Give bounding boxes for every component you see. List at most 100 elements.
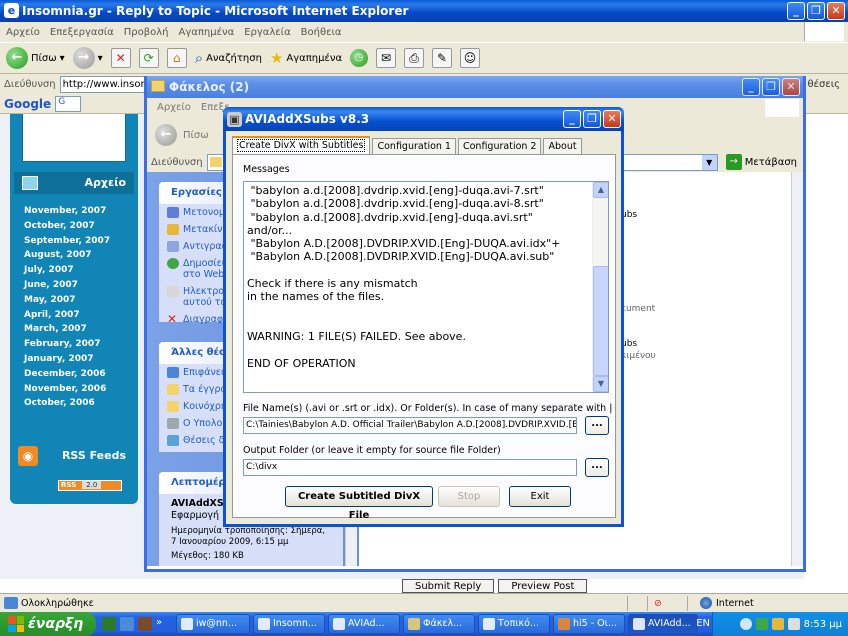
address-input[interactable]: http://www.insomn [59, 75, 157, 93]
taskbar-item-aviaddxsubs-1[interactable]: AVIAd... [328, 614, 400, 634]
ie-title-bar[interactable]: e Insomnia.gr - Reply to Topic - Microso… [0, 0, 848, 22]
quick-launch-icon[interactable] [138, 617, 152, 631]
start-button[interactable]: έναρξη [0, 612, 96, 636]
folder-scrollbar[interactable] [791, 172, 803, 566]
archive-link[interactable]: September, 2007 [24, 236, 110, 251]
file-name-input[interactable]: C:\Tainies\Babylon A.D. Official Trailer… [243, 417, 577, 434]
tray-icon[interactable] [787, 618, 800, 630]
archive-link[interactable]: November, 2006 [24, 384, 110, 399]
dialog-title-bar[interactable]: ▣ AVIAddXSubs v8.3 _ ❐ ✕ [223, 107, 624, 131]
folder-close-button[interactable]: ✕ [782, 78, 800, 96]
more-icon[interactable]: » [156, 617, 170, 631]
messenger-icon[interactable]: ☺ [460, 48, 481, 68]
browse-file-button[interactable]: ... [585, 416, 609, 435]
tab-about[interactable]: About [543, 138, 582, 154]
dialog-minimize-button[interactable]: _ [563, 110, 581, 128]
tray-icon[interactable] [755, 618, 768, 630]
folder-maximize-button[interactable]: ❐ [762, 78, 780, 96]
popup-blocked-icon[interactable]: ⊘ [648, 598, 668, 609]
history-icon[interactable]: ◷ [350, 49, 369, 67]
tray-icon[interactable] [771, 618, 784, 630]
ie-quick-icon[interactable] [120, 617, 134, 631]
home-icon[interactable]: ⌂ [166, 48, 187, 68]
folder-menu-file[interactable]: Αρχείο [157, 98, 191, 118]
archive-link[interactable]: June, 2007 [24, 280, 110, 295]
chevron-down-icon[interactable]: ▼ [701, 154, 717, 170]
close-button[interactable]: ✕ [827, 2, 845, 20]
dialog-close-button[interactable]: ✕ [603, 110, 621, 128]
message-line: in the names of the files. [247, 290, 385, 304]
menu-view[interactable]: Προβολή [124, 27, 169, 38]
taskbar-item-insomnia[interactable]: Insomn... [253, 614, 325, 634]
folder-title-bar[interactable]: Φάκελος (2) _ ❐ ✕ [147, 76, 803, 98]
folder-minimize-button[interactable]: _ [742, 78, 760, 96]
taskbar-item-messenger[interactable]: iw@nn... [176, 614, 250, 634]
archive-link[interactable]: March, 2007 [24, 324, 110, 339]
archive-link[interactable]: October, 2007 [24, 221, 110, 236]
back-button[interactable]: ← Πίσω ▾ [6, 47, 65, 69]
language-indicator[interactable]: EN [696, 618, 710, 629]
exit-button[interactable]: Exit [509, 486, 571, 507]
taskbar-item-label: hi5 - Οι... [573, 618, 617, 629]
clock[interactable]: 8:53 μμ [804, 619, 842, 630]
messages-box[interactable]: "babylon a.d.[2008].dvdrip.xvid.[eng]-du… [243, 181, 609, 393]
menu-edit[interactable]: Επεξεργασία [50, 27, 114, 38]
archive-link[interactable]: October, 2006 [24, 398, 110, 413]
refresh-icon[interactable]: ⟳ [138, 48, 159, 68]
archive-link[interactable]: December, 2006 [24, 369, 110, 384]
maximize-button[interactable]: ❐ [807, 2, 825, 20]
go-label: Μετάβαση [744, 156, 797, 168]
tab-configuration-1[interactable]: Configuration 1 [372, 138, 456, 154]
taskbar-item-label: Φάκελ... [423, 618, 463, 629]
preview-post-button[interactable]: Preview Post [498, 579, 588, 593]
stop-icon[interactable]: ✕ [110, 48, 131, 68]
windows-flag-icon [8, 616, 24, 632]
output-folder-input[interactable]: C:\divx [243, 459, 577, 476]
dialog-maximize-button[interactable]: ❐ [583, 110, 601, 128]
menu-tools[interactable]: Εργαλεία [244, 27, 290, 38]
forward-arrow-icon: → [72, 47, 95, 69]
archive-link[interactable]: August, 2007 [24, 250, 110, 265]
tab-create-divx[interactable]: Create DivX with Subtitles [232, 136, 371, 155]
search-button[interactable]: ⌕ Αναζήτηση [195, 49, 262, 67]
archive-link[interactable]: February, 2007 [24, 339, 110, 354]
page-right-edge [804, 114, 848, 579]
task-label: Μετονομ [183, 207, 226, 218]
stop-button[interactable]: Stop [438, 486, 500, 507]
rss-badge[interactable]: RSS 2.0 [58, 480, 122, 491]
taskbar-item-hi5[interactable]: hi5 - Οι... [553, 614, 625, 634]
search-label: Αναζήτηση [206, 52, 262, 64]
forward-button[interactable]: → ▾ [72, 47, 103, 69]
taskbar-item-local[interactable]: Τοπικό... [478, 614, 550, 634]
menu-file[interactable]: Αρχείο [6, 27, 40, 38]
scroll-up-icon[interactable]: ▲ [593, 182, 608, 198]
go-button[interactable]: → Μετάβαση [725, 154, 803, 170]
globe-icon [700, 597, 712, 609]
tray-icon[interactable] [739, 618, 752, 630]
scroll-down-icon[interactable]: ▼ [593, 376, 608, 392]
google-search-box[interactable]: G [55, 95, 82, 112]
archive-link[interactable]: July, 2007 [24, 265, 110, 280]
minimize-button[interactable]: _ [787, 2, 805, 20]
quick-launch-icon[interactable] [102, 617, 116, 631]
folder-back-icon[interactable]: ← [155, 124, 177, 146]
tab-configuration-2[interactable]: Configuration 2 [457, 138, 542, 154]
archive-link[interactable]: April, 2007 [24, 310, 110, 325]
edit-icon[interactable]: ✎ [432, 48, 453, 68]
archive-link[interactable]: November, 2007 [24, 206, 110, 221]
archive-link[interactable]: January, 2007 [24, 354, 110, 369]
browse-output-button[interactable]: ... [585, 458, 609, 477]
scroll-thumb[interactable] [593, 266, 608, 376]
folder-icon [408, 618, 420, 630]
messages-scrollbar[interactable]: ▲ ▼ [592, 182, 608, 392]
menu-favorites[interactable]: Αγαπημένα [179, 27, 235, 38]
menu-help[interactable]: Βοήθεια [301, 27, 342, 38]
taskbar-item-folder[interactable]: Φάκελ... [403, 614, 475, 634]
archive-link[interactable]: May, 2007 [24, 295, 110, 310]
submit-reply-button[interactable]: Submit Reply [402, 579, 495, 593]
print-icon[interactable]: ⎙ [404, 48, 425, 68]
create-subtitled-divx-button[interactable]: Create Subtitled DivX File [285, 486, 433, 521]
favorites-button[interactable]: ★ Αγαπημένα [270, 49, 342, 67]
mail-icon[interactable]: ✉ [376, 48, 397, 68]
taskbar-item-aviaddxsubs-2[interactable]: AVIAdd... [628, 614, 698, 634]
